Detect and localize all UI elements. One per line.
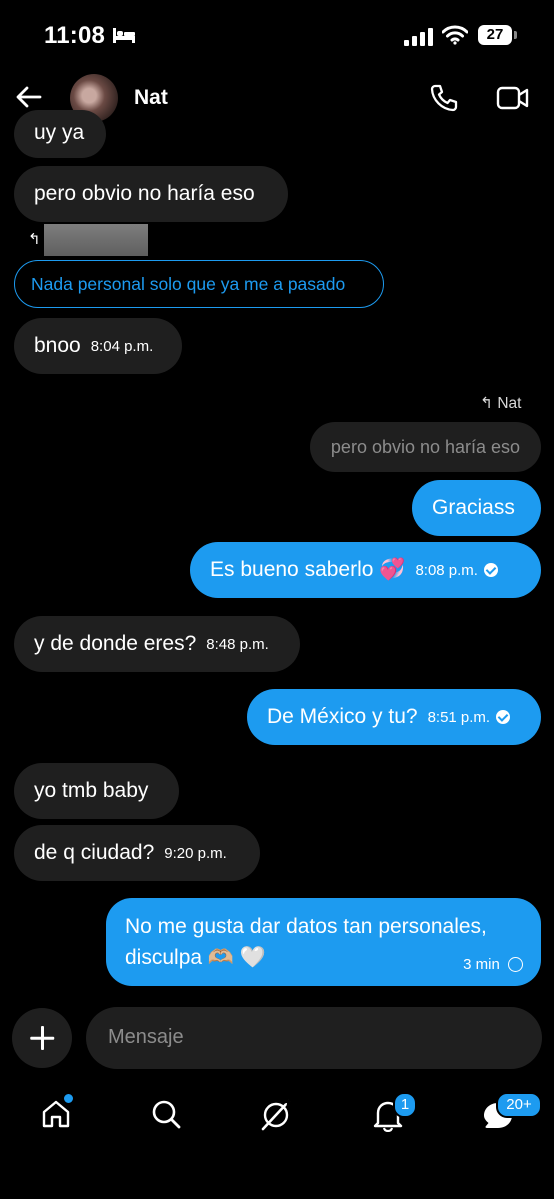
incoming-message[interactable]: de q ciudad? 9:20 p.m. (14, 825, 260, 881)
message-input-placeholder: Mensaje (108, 1026, 184, 1048)
message-text-line-1: No me gusta dar datos tan personales, (125, 915, 487, 938)
add-attachment-button[interactable] (12, 1008, 72, 1068)
battery-nub (514, 31, 517, 39)
reply-to-name: Nat (497, 395, 522, 412)
incoming-message[interactable]: yo tmb baby (14, 763, 179, 819)
message-text: yo tmb baby (34, 779, 149, 802)
message-timestamp: 8:04 p.m. (90, 338, 154, 355)
message-text: Es bueno saberlo 💞 (210, 558, 406, 581)
incoming-message[interactable]: pero obvio no haría eso (14, 166, 288, 222)
search-icon[interactable] (150, 1098, 182, 1130)
back-arrow-icon[interactable] (14, 82, 44, 112)
message-timestamp: 8:48 p.m. (206, 636, 269, 653)
phone-call-icon[interactable] (428, 82, 460, 114)
message-timestamp: 9:20 p.m. (164, 845, 227, 862)
message-text: y de donde eres? (34, 632, 197, 655)
status-time: 11:08 (44, 22, 106, 49)
message-text: De México y tu? (267, 705, 418, 728)
reply-arrow-icon: ↰ (480, 395, 493, 412)
message-text: de q ciudad? (34, 841, 155, 864)
sent-check-icon (508, 957, 523, 972)
grok-icon[interactable] (259, 1098, 293, 1132)
notifications-badge: 1 (393, 1092, 417, 1118)
messages-badge: 20+ (496, 1092, 542, 1118)
sleep-focus-icon (113, 28, 135, 43)
message-text: bnoo (34, 334, 81, 357)
incoming-message[interactable]: y de donde eres? 8:48 p.m. (14, 616, 300, 672)
outgoing-message[interactable]: No me gusta dar datos tan personales, di… (106, 898, 541, 986)
message-text: uy ya (34, 121, 85, 144)
incoming-message[interactable]: uy ya (14, 110, 106, 158)
message-timestamp: 3 min (463, 956, 500, 973)
outgoing-message[interactable]: Es bueno saberlo 💞 8:08 p.m. (190, 542, 541, 598)
read-check-icon (483, 563, 498, 577)
read-check-icon (496, 710, 511, 724)
reply-to-label: ↰ Nat (480, 394, 521, 413)
message-text: Graciass (432, 496, 515, 519)
message-timestamp: 8:51 p.m. (427, 709, 491, 726)
redacted-block (44, 224, 148, 256)
incoming-message[interactable]: bnoo 8:04 p.m. (14, 318, 182, 374)
outgoing-message[interactable]: Graciass (412, 480, 541, 536)
video-call-icon[interactable] (496, 84, 530, 112)
contact-name[interactable]: Nat (134, 86, 168, 110)
wifi-icon (442, 25, 468, 45)
reply-preview-chip[interactable]: Nada personal solo que ya me a pasado (14, 260, 384, 308)
quoted-message[interactable]: pero obvio no haría eso (310, 422, 541, 472)
reply-arrow-icon: ↰ (28, 231, 41, 248)
battery-indicator: 27 (478, 25, 512, 45)
message-meta: 3 min (463, 956, 523, 974)
outgoing-message[interactable]: De México y tu? 8:51 p.m. (247, 689, 541, 745)
message-text: pero obvio no haría eso (34, 182, 255, 205)
cellular-signal-icon (404, 28, 433, 46)
message-timestamp: 8:08 p.m. (415, 562, 478, 579)
home-unread-dot (62, 1092, 75, 1105)
